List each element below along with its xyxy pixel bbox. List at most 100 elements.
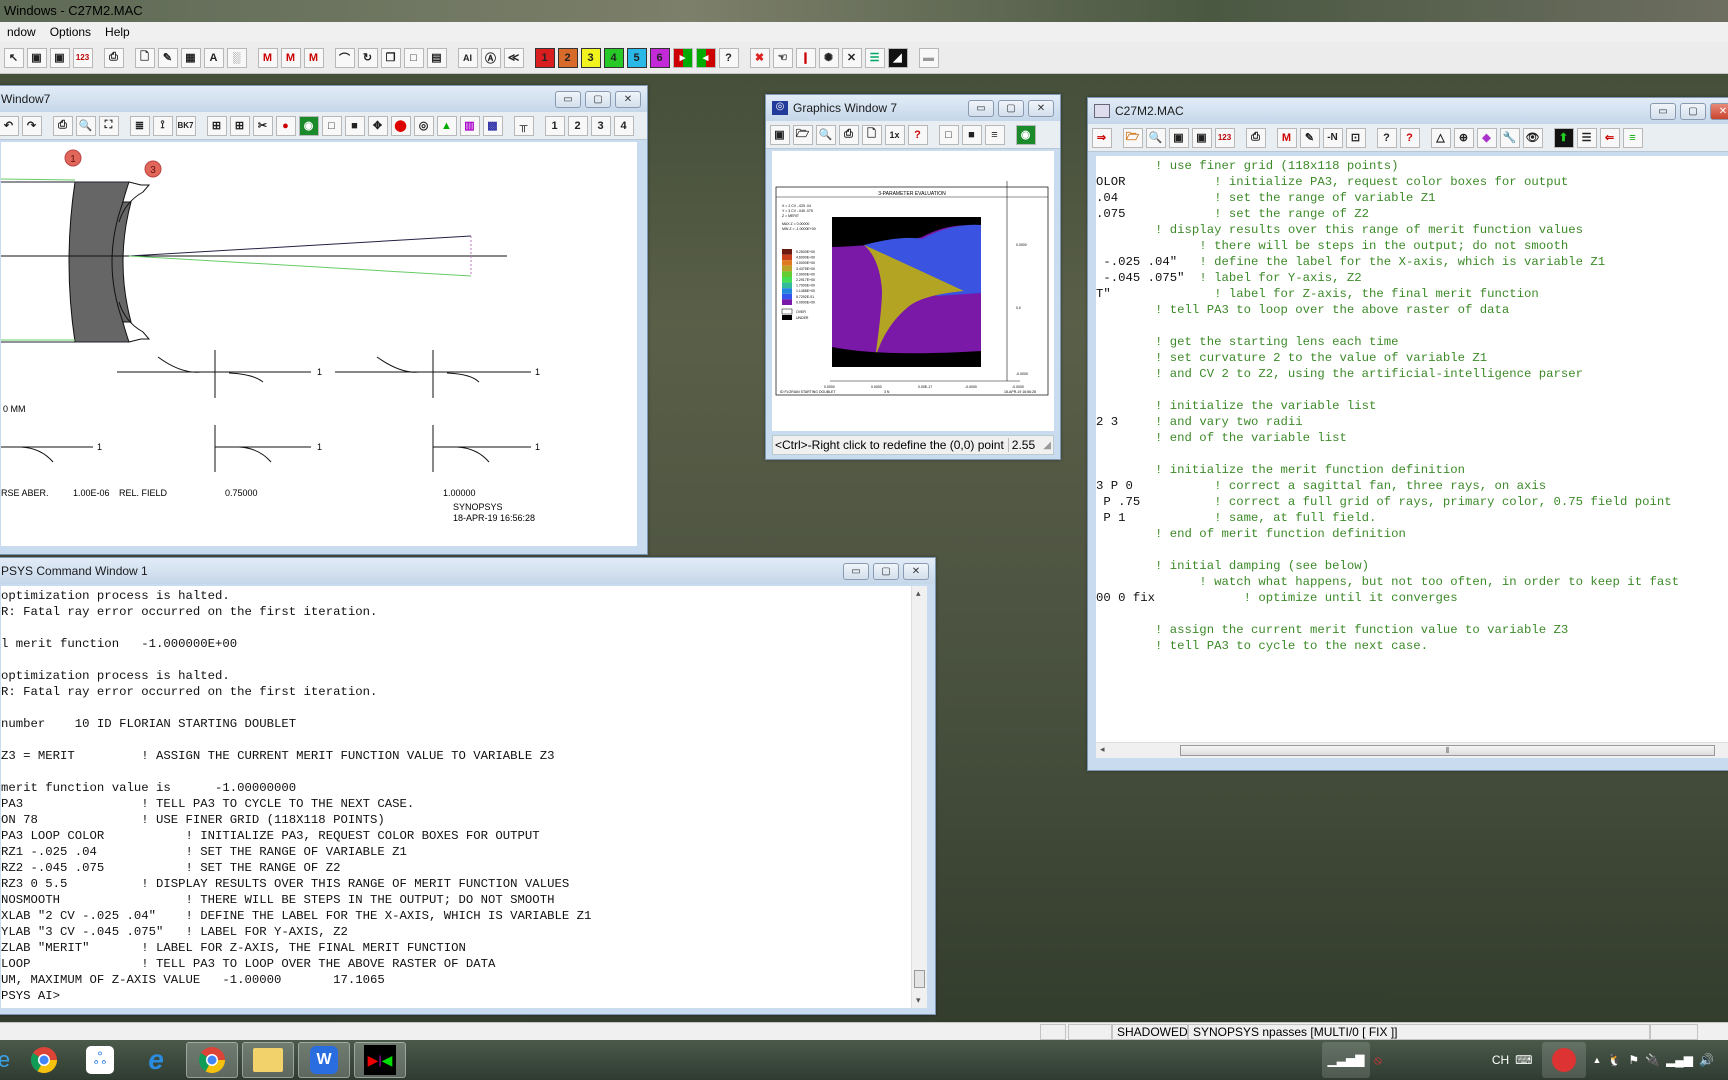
- taskbar-chrome-icon[interactable]: [18, 1042, 70, 1078]
- camera-icon[interactable]: ◉: [298, 115, 319, 136]
- ruler-icon[interactable]: ╥: [513, 115, 534, 136]
- maximize-button[interactable]: ▢: [873, 562, 899, 580]
- lines-icon[interactable]: ≣: [129, 115, 150, 136]
- menu-icon[interactable]: ≡: [984, 124, 1005, 145]
- command-vscroll-thumb[interactable]: [914, 970, 925, 988]
- grid-icon[interactable]: ▦: [180, 47, 201, 68]
- color-5-button[interactable]: 5: [626, 47, 647, 68]
- menu-help[interactable]: Help: [98, 22, 137, 42]
- volume-icon[interactable]: 🔊: [1699, 1053, 1714, 1067]
- keyboard-icon[interactable]: ⌨: [1515, 1053, 1532, 1067]
- notification-app-icon[interactable]: [1542, 1042, 1587, 1078]
- glass-icon[interactable]: BK7: [175, 115, 196, 136]
- taskbar-file-explorer-icon[interactable]: [242, 1042, 294, 1078]
- taskbar-netdisk-icon[interactable]: ஃ: [74, 1042, 126, 1078]
- macro-window-titlebar[interactable]: C27M2.MAC ▭ ▢ ✕: [1088, 98, 1728, 124]
- wave-icon[interactable]: ≪: [503, 47, 524, 68]
- macro-hscrollbar[interactable]: ◂ ⦀ ▸: [1096, 742, 1728, 758]
- resize-grip-icon[interactable]: ◢: [1043, 440, 1053, 451]
- page-1-button[interactable]: 1: [544, 115, 565, 136]
- taskbar-chrome-active-icon[interactable]: [186, 1042, 238, 1078]
- crosshair-icon[interactable]: ⊕: [1453, 127, 1474, 148]
- tray-expand-icon[interactable]: ▲: [1592, 1055, 1601, 1065]
- triangle-icon[interactable]: △: [1430, 127, 1451, 148]
- black-background-icon[interactable]: ■: [961, 124, 982, 145]
- red-dot-icon[interactable]: ⬤: [390, 115, 411, 136]
- thermometer-icon[interactable]: ❙: [795, 47, 816, 68]
- network-meter-icon[interactable]: ▁▃▅▇: [1321, 1042, 1370, 1078]
- help-icon[interactable]: ?: [718, 47, 739, 68]
- color-1-button[interactable]: 1: [534, 47, 555, 68]
- minimize-button[interactable]: ▭: [968, 99, 994, 117]
- qq-icon[interactable]: 🐧: [1607, 1053, 1622, 1067]
- minimize-button[interactable]: ▭: [555, 90, 581, 108]
- font-icon[interactable]: A: [203, 47, 224, 68]
- graphics-window-titlebar[interactable]: ◎ Graphics Window 7 ▭ ▢ ✕: [766, 95, 1060, 121]
- maximize-button[interactable]: ▢: [998, 99, 1024, 117]
- minimize-button[interactable]: ▭: [843, 562, 869, 580]
- macro-editor[interactable]: ! use finer grid (118x118 points) OLOR ! …: [1096, 156, 1728, 742]
- command-vscrollbar[interactable]: ▴ ▾: [911, 586, 927, 1008]
- language-indicator[interactable]: CH: [1492, 1053, 1509, 1067]
- disabled-icon[interactable]: ▬: [918, 47, 939, 68]
- print-icon[interactable]: ⎙: [103, 47, 124, 68]
- color-6-button[interactable]: 6: [649, 47, 670, 68]
- open-macro-icon[interactable]: M: [280, 47, 301, 68]
- menu-options[interactable]: Options: [43, 22, 98, 42]
- signal-icon[interactable]: ▂▄▆: [1666, 1053, 1693, 1067]
- minimize-button[interactable]: ▭: [1650, 102, 1676, 120]
- graph-icon[interactable]: ⌒: [334, 47, 355, 68]
- preview-icon[interactable]: 🗋: [861, 124, 882, 145]
- camera-icon[interactable]: ◉: [1015, 124, 1036, 145]
- redo-icon[interactable]: ↷: [21, 115, 42, 136]
- white-background-icon[interactable]: □: [938, 124, 959, 145]
- help-icon[interactable]: ?: [907, 124, 928, 145]
- surface-marker-1[interactable]: 1: [70, 154, 76, 165]
- white-square-icon[interactable]: □: [321, 115, 342, 136]
- close-button[interactable]: ✕: [1710, 102, 1728, 120]
- scroll-left-icon[interactable]: ◂: [1100, 744, 1105, 755]
- scissors-icon[interactable]: ✂: [252, 115, 273, 136]
- numbers-icon[interactable]: 123: [72, 47, 93, 68]
- maximize-button[interactable]: ▢: [1680, 102, 1706, 120]
- n-button[interactable]: -N: [1322, 127, 1343, 148]
- arrow-right-icon[interactable]: ▸: [672, 47, 693, 68]
- gem-icon[interactable]: ◆: [1476, 127, 1497, 148]
- wifi-off-icon[interactable]: ⦸: [1374, 1053, 1382, 1068]
- black-square-icon[interactable]: ■: [344, 115, 365, 136]
- fit-icon[interactable]: ⛶: [98, 115, 119, 136]
- scroll-up-icon[interactable]: ▴: [916, 588, 921, 599]
- action-center-flag-icon[interactable]: ⚑: [1628, 1053, 1639, 1067]
- pattern-icon[interactable]: ░: [226, 47, 247, 68]
- window-icon[interactable]: □: [403, 47, 424, 68]
- taskbar-edge-icon[interactable]: e: [0, 1042, 14, 1078]
- lines-green-icon[interactable]: ≡: [1622, 127, 1643, 148]
- taskbar-ie-icon[interactable]: e: [130, 1042, 182, 1078]
- panel-icon[interactable]: ▤: [426, 47, 447, 68]
- print-icon[interactable]: ⎙: [838, 124, 859, 145]
- window-cascade-icon[interactable]: ❐: [380, 47, 401, 68]
- edit-icon[interactable]: ✎: [157, 47, 178, 68]
- open-folder-icon[interactable]: 🗁: [792, 124, 813, 145]
- close-button[interactable]: ✕: [615, 90, 641, 108]
- taskbar-wps-icon[interactable]: W: [298, 1042, 350, 1078]
- zoom-1x-button[interactable]: 1x: [884, 124, 905, 145]
- edit-icon[interactable]: ✎: [1299, 127, 1320, 148]
- lens-window-titlebar[interactable]: Window7 ▭ ▢ ✕: [0, 86, 647, 112]
- macro-icon[interactable]: M: [257, 47, 278, 68]
- color-3-button[interactable]: 3: [580, 47, 601, 68]
- indent-icon[interactable]: ☰: [1576, 127, 1597, 148]
- page-2-button[interactable]: 2: [567, 115, 588, 136]
- scroll-down-icon[interactable]: ▾: [916, 995, 921, 1006]
- close-button[interactable]: ✕: [903, 562, 929, 580]
- undo-icon[interactable]: ↶: [0, 115, 19, 136]
- refresh-icon[interactable]: ↻: [357, 47, 378, 68]
- menu-window[interactable]: ndow: [0, 22, 43, 42]
- ai-circle-icon[interactable]: Ⓐ: [480, 47, 501, 68]
- color-4-button[interactable]: 4: [603, 47, 624, 68]
- burst-icon[interactable]: ✺: [818, 47, 839, 68]
- ring-icon[interactable]: ◎: [413, 115, 434, 136]
- help-red-icon[interactable]: ?: [1399, 127, 1420, 148]
- help-icon[interactable]: ?: [1376, 127, 1397, 148]
- command-output[interactable]: optimization process is halted. R: Fatal …: [1, 586, 911, 1008]
